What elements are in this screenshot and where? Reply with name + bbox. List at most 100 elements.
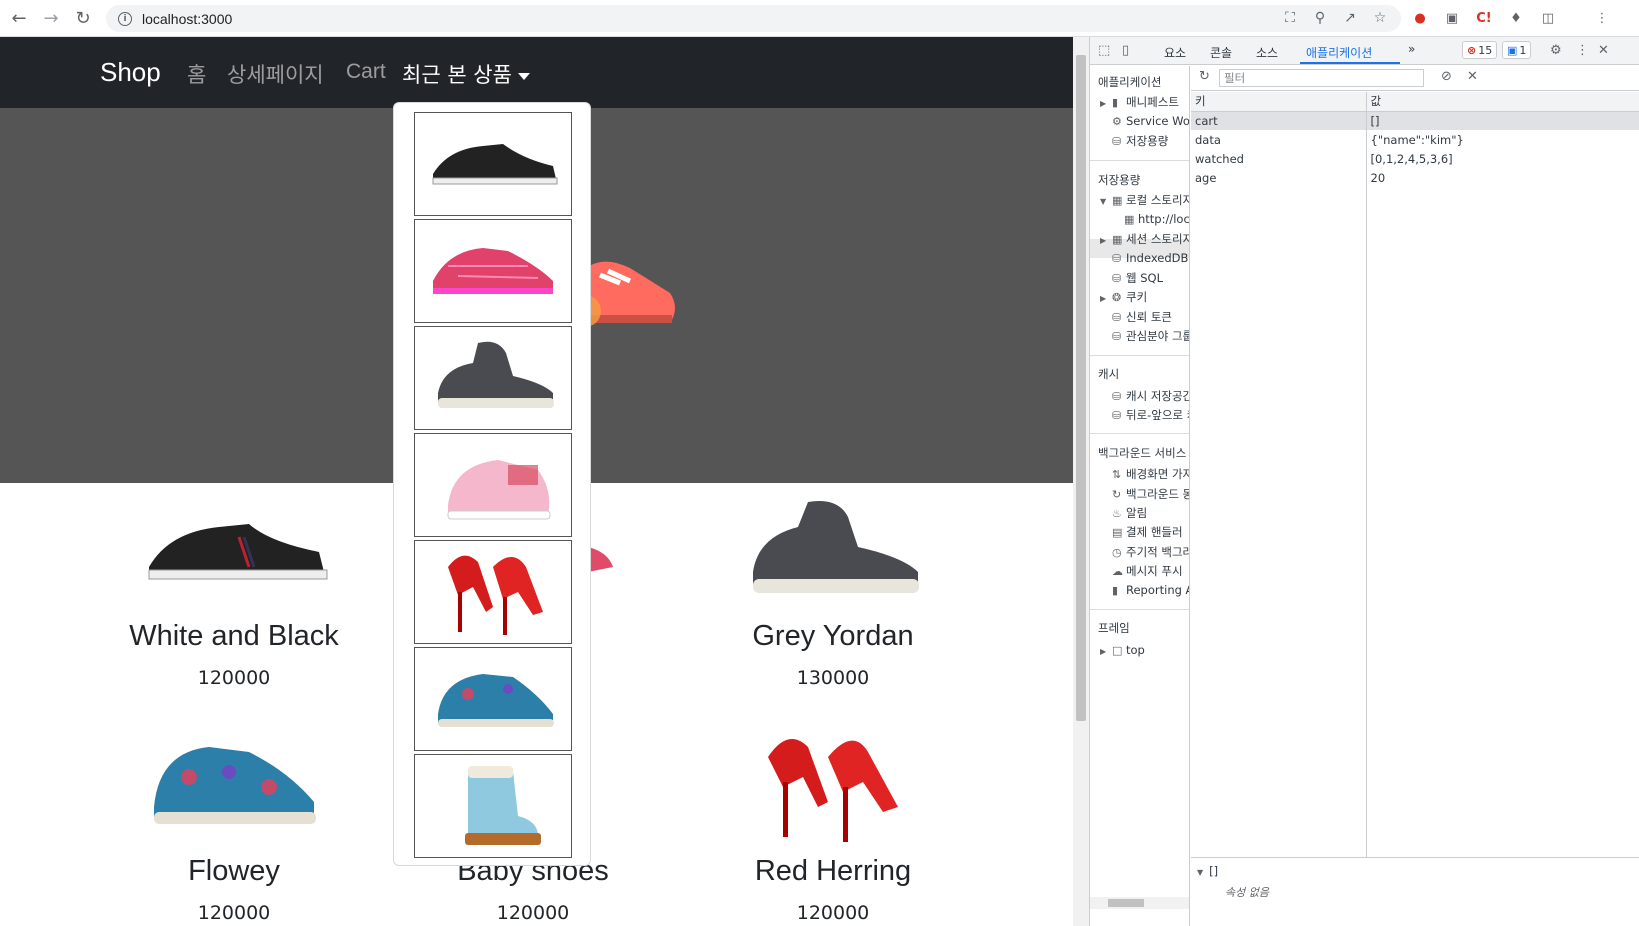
tree-localhost-origin[interactable]: ▦http://localhost:3000 xyxy=(1124,212,1189,226)
tree-web-sql[interactable]: ⛁ 웹 SQL xyxy=(1100,270,1163,286)
recent-thumb[interactable] xyxy=(414,647,572,751)
nav-detail[interactable]: 상세페이지 xyxy=(227,59,324,89)
reload-icon[interactable]: ↻ xyxy=(70,5,96,31)
address-bar[interactable]: i localhost:3000 ⛶ ⚲ ↗ ☆ xyxy=(106,5,1401,32)
table-row[interactable]: data {"name":"kim"} xyxy=(1191,130,1639,149)
recent-thumb[interactable] xyxy=(414,326,572,430)
error-badge[interactable]: ⊗ 15 xyxy=(1462,41,1498,59)
product-card[interactable]: Red Herring 120000 xyxy=(683,727,983,924)
row-value[interactable]: 20 xyxy=(1366,168,1639,187)
tree-storage[interactable]: ⛁ 저장용량 xyxy=(1100,133,1168,149)
tree-indexeddb[interactable]: ⛁ IndexedDB xyxy=(1100,251,1188,265)
value-column-header[interactable]: 값 xyxy=(1366,92,1639,112)
tree-payment-handler[interactable]: ▤ 결제 핸들러 xyxy=(1100,524,1183,540)
table-row[interactable]: watched [0,1,2,4,5,3,6] xyxy=(1191,149,1639,168)
row-value[interactable]: [] xyxy=(1366,111,1639,130)
product-card[interactable]: Grey Yordan 130000 xyxy=(683,492,983,689)
table-row[interactable]: cart [] xyxy=(1191,111,1639,130)
product-name: White and Black xyxy=(129,620,339,652)
tree-manifest[interactable]: ▶ ▮ 매니페스트 xyxy=(1100,94,1179,110)
tree-frame-top[interactable]: ▶ □ top xyxy=(1100,643,1145,657)
recent-thumb[interactable] xyxy=(414,219,572,323)
recent-thumb[interactable] xyxy=(414,754,572,858)
extension-grey-icon[interactable]: ▣ xyxy=(1442,8,1462,28)
sidebar-hscrollbar[interactable] xyxy=(1090,897,1189,909)
delete-selected-icon[interactable]: ✕ xyxy=(1467,69,1478,84)
tree-reporting-api[interactable]: ▮Reporting API xyxy=(1100,583,1189,597)
more-tabs-button[interactable]: » xyxy=(1408,42,1415,56)
row-key[interactable]: cart xyxy=(1191,111,1367,130)
tree-interest-groups[interactable]: ⛁ 관심분야 그룹 xyxy=(1100,328,1189,344)
close-devtools-icon[interactable]: ✕ xyxy=(1598,43,1609,58)
extension-red-icon[interactable]: ● xyxy=(1410,8,1430,28)
recent-thumb[interactable] xyxy=(414,433,572,537)
row-key[interactable]: data xyxy=(1191,130,1367,149)
recent-thumb[interactable] xyxy=(414,112,572,216)
row-key[interactable]: watched xyxy=(1191,149,1367,168)
tree-background-sync[interactable]: ↻백그라운드 동기화 xyxy=(1100,486,1189,502)
tree-cookies[interactable]: ▶ ❂ 쿠키 xyxy=(1100,289,1147,305)
forward-arrow-icon[interactable]: → xyxy=(38,5,64,31)
message-badge[interactable]: ▣ 1 xyxy=(1502,41,1532,59)
product-price: 120000 xyxy=(197,902,271,924)
tab-application[interactable]: 애플리케이션 xyxy=(1306,44,1372,61)
tab-console[interactable]: 콘솔 xyxy=(1210,44,1232,61)
tree-bfcache[interactable]: ⛁뒤로-앞으로 캐시 xyxy=(1100,407,1189,423)
settings-gear-icon[interactable]: ⚙ xyxy=(1550,43,1562,58)
tab-sources[interactable]: 소스 xyxy=(1256,44,1278,61)
tree-push-messaging[interactable]: ☁ 메시지 푸시 xyxy=(1100,563,1183,579)
tree-periodic-sync[interactable]: ◷주기적 백그라운드 동기화 xyxy=(1100,544,1189,560)
translate-icon[interactable]: ⛶ xyxy=(1281,9,1299,27)
page-scrollbar-thumb[interactable] xyxy=(1076,55,1086,721)
row-key[interactable]: age xyxy=(1191,168,1367,187)
page-scrollbar[interactable] xyxy=(1073,37,1089,926)
extensions-puzzle-icon[interactable]: ♦ xyxy=(1506,8,1526,28)
product-card[interactable]: White and Black 120000 xyxy=(84,492,384,689)
filter-input[interactable]: 필터 xyxy=(1219,69,1424,87)
devtools-menu-icon[interactable]: ⋮ xyxy=(1576,43,1589,58)
zoom-icon[interactable]: ⚲ xyxy=(1311,9,1329,27)
clear-all-icon[interactable]: ⊘ xyxy=(1441,69,1452,84)
row-value[interactable]: {"name":"kim"} xyxy=(1366,130,1639,149)
section-frames: 프레임 xyxy=(1098,621,1130,635)
menu-kebab-icon[interactable]: ⋮ xyxy=(1592,8,1612,28)
device-toolbar-icon[interactable]: ▯ xyxy=(1122,43,1129,58)
recent-products-dropdown xyxy=(393,102,591,866)
nav-recent-dropdown[interactable]: 최근 본 상품 xyxy=(402,59,530,89)
key-column-header[interactable]: 키 xyxy=(1191,92,1367,112)
value-preview: ▼[] 속성 없음 xyxy=(1191,857,1639,926)
tree-cache-storage[interactable]: ⛁ 캐시 저장공간 xyxy=(1100,388,1189,404)
tab-elements[interactable]: 요소 xyxy=(1164,44,1186,61)
divider xyxy=(1090,355,1189,356)
sidebar-hscrollbar-thumb[interactable] xyxy=(1108,899,1144,907)
side-panel-icon[interactable]: ◫ xyxy=(1538,8,1558,28)
storage-toolbar: ↻ 필터 ⊘ ✕ xyxy=(1191,66,1639,91)
extension-c-icon[interactable]: C! xyxy=(1474,8,1494,28)
tree-trust-tokens[interactable]: ⛁ 신뢰 토큰 xyxy=(1100,309,1172,325)
error-count: 15 xyxy=(1478,43,1493,57)
inspect-element-icon[interactable]: ⬚ xyxy=(1098,43,1110,58)
info-icon[interactable]: i xyxy=(118,11,132,26)
back-arrow-icon[interactable]: ← xyxy=(6,5,32,31)
brand-link[interactable]: Shop xyxy=(100,57,161,88)
refresh-icon[interactable]: ↻ xyxy=(1199,69,1210,84)
preview-value[interactable]: ▼[] xyxy=(1197,864,1218,878)
application-sidebar: 애플리케이션 ▶▮매니페스트 ⚙Service Workers ⛁저장용량 저장… xyxy=(1090,66,1190,926)
recent-thumb[interactable] xyxy=(414,540,572,644)
divider xyxy=(1090,609,1189,610)
devtools-panel: ⬚ ▯ 요소 콘솔 소스 애플리케이션 » ⊗ 15 ▣ 1 ⚙ ⋮ ✕ 애플리케이… xyxy=(1089,37,1639,926)
tree-background-fetch[interactable]: ⇅배경화면 가져오기 xyxy=(1100,466,1189,482)
nav-recent-label: 최근 본 상품 xyxy=(402,63,512,87)
tree-session-storage[interactable]: ▶ ▦ 세션 스토리지 xyxy=(1100,231,1189,247)
tree-service-workers[interactable]: ⚙Service Workers xyxy=(1100,114,1189,128)
bookmark-star-icon[interactable]: ☆ xyxy=(1371,9,1389,27)
nav-home[interactable]: 홈 xyxy=(187,59,206,89)
tree-local-storage[interactable]: ▼ ▦ 로컬 스토리지 xyxy=(1100,192,1189,208)
product-card[interactable]: Flowey 120000 xyxy=(84,727,384,924)
tree-notifications[interactable]: ♨ 알림 xyxy=(1100,505,1147,521)
row-value[interactable]: [0,1,2,4,5,3,6] xyxy=(1366,149,1639,168)
nav-cart[interactable]: Cart xyxy=(346,60,386,84)
table-row[interactable]: age 20 xyxy=(1191,168,1639,187)
product-name: Flowey xyxy=(188,855,280,887)
share-icon[interactable]: ↗ xyxy=(1341,9,1359,27)
